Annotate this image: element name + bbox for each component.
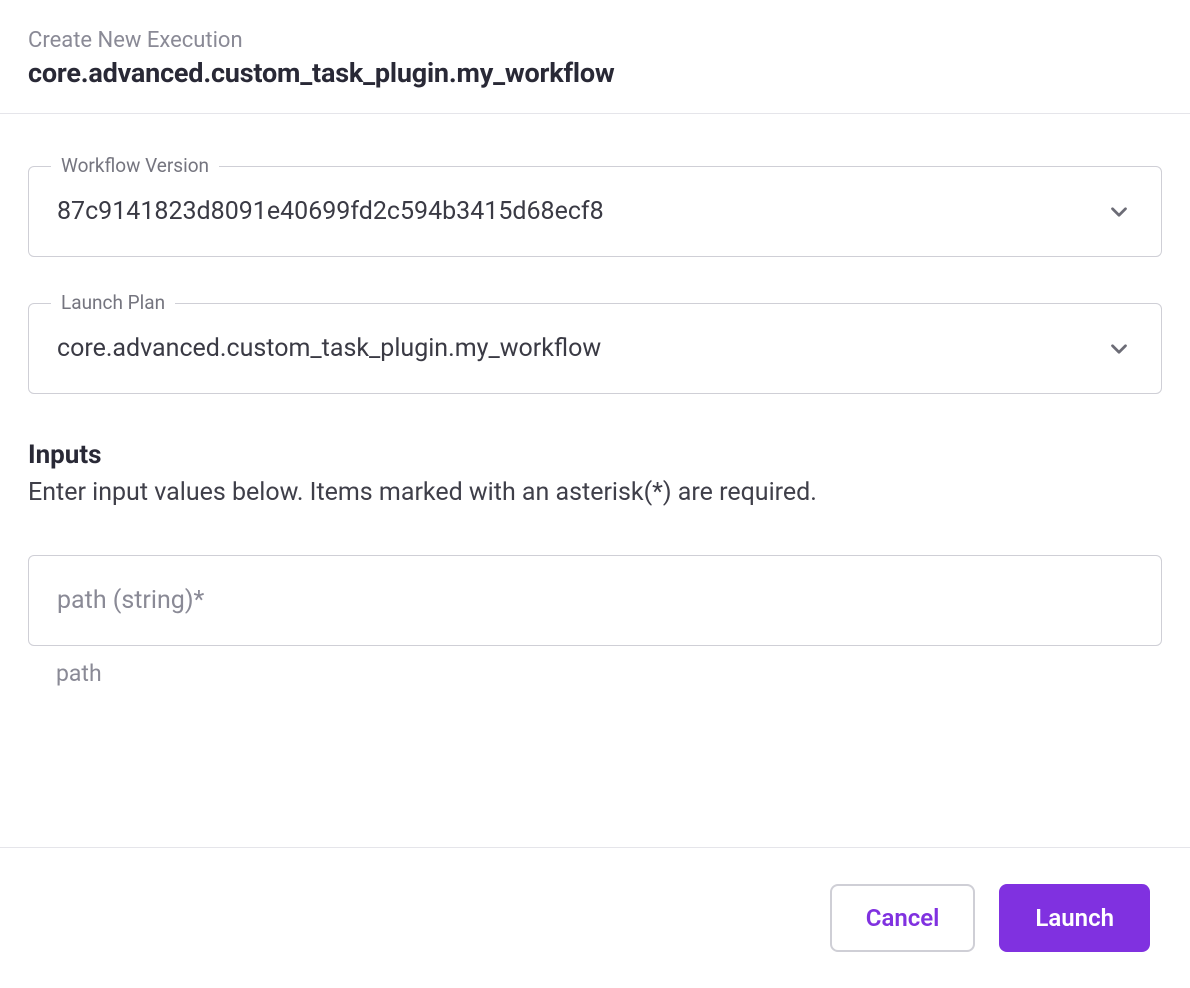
path-helper-text: path xyxy=(28,660,1162,687)
chevron-down-icon xyxy=(1105,198,1133,226)
chevron-down-icon xyxy=(1105,335,1133,363)
launch-plan-value: core.advanced.custom_task_plugin.my_work… xyxy=(57,334,1105,363)
dialog-header: Create New Execution core.advanced.custo… xyxy=(0,0,1190,114)
header-title: core.advanced.custom_task_plugin.my_work… xyxy=(28,57,1162,89)
workflow-version-label: Workflow Version xyxy=(51,154,219,177)
header-subtitle: Create New Execution xyxy=(28,28,1162,53)
cancel-button[interactable]: Cancel xyxy=(830,884,976,952)
launch-plan-select[interactable]: Launch Plan core.advanced.custom_task_pl… xyxy=(28,303,1162,394)
launch-button[interactable]: Launch xyxy=(999,884,1150,952)
dialog-footer: Cancel Launch xyxy=(0,847,1190,988)
workflow-version-select[interactable]: Workflow Version 87c9141823d8091e40699fd… xyxy=(28,166,1162,257)
path-input-wrapper xyxy=(28,555,1162,646)
workflow-version-value: 87c9141823d8091e40699fd2c594b3415d68ecf8 xyxy=(57,197,1105,226)
inputs-description: Enter input values below. Items marked w… xyxy=(28,478,1162,507)
path-input[interactable] xyxy=(57,586,1133,615)
dialog-content: Workflow Version 87c9141823d8091e40699fd… xyxy=(0,114,1190,715)
inputs-heading: Inputs xyxy=(28,440,1162,470)
launch-plan-label: Launch Plan xyxy=(51,291,175,314)
